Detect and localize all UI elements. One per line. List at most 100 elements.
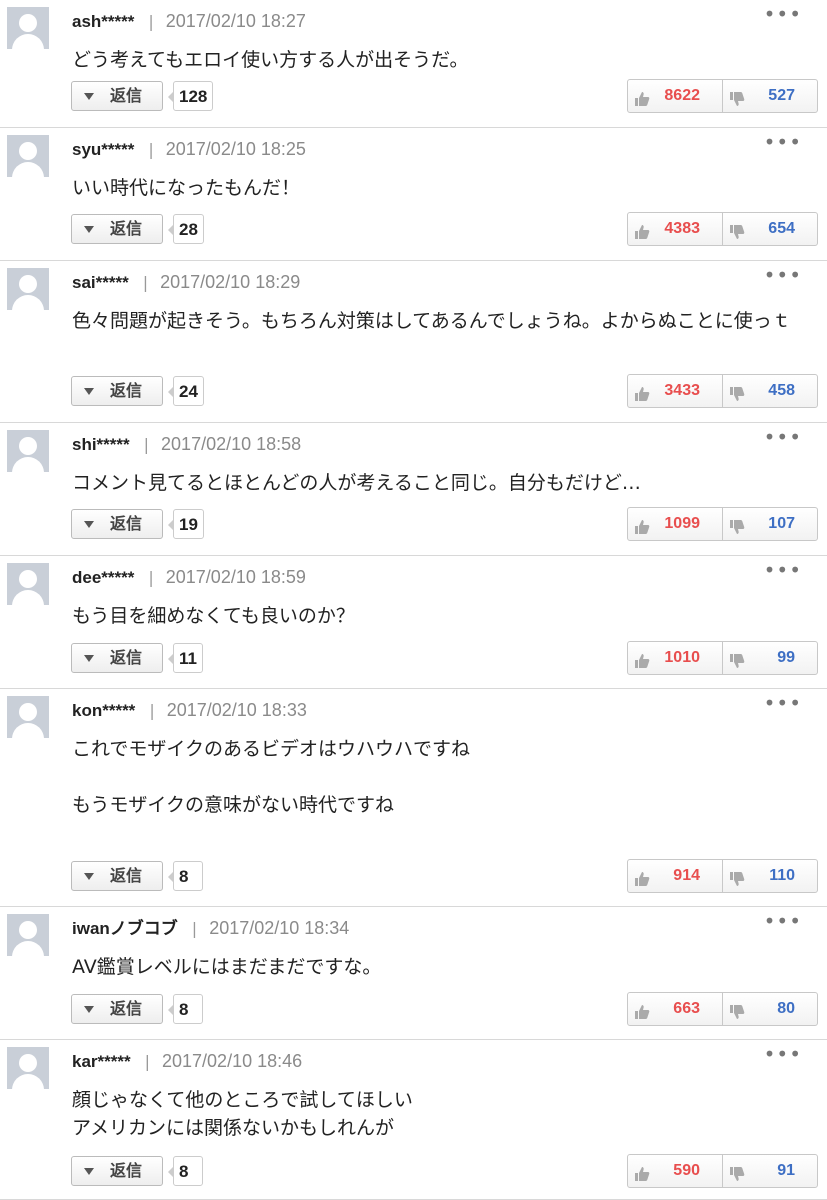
- avatar[interactable]: [7, 563, 49, 605]
- vote-buttons: 1099 107: [627, 507, 818, 541]
- separator: |: [149, 701, 155, 720]
- username[interactable]: iwanノブコブ: [72, 919, 178, 938]
- dislike-button[interactable]: 107: [723, 508, 817, 540]
- like-button[interactable]: 590: [628, 1155, 723, 1187]
- avatar[interactable]: [7, 914, 49, 956]
- separator: |: [191, 919, 198, 938]
- timestamp: 2017/02/10 18:59: [165, 567, 306, 587]
- reply-button[interactable]: 返信: [71, 376, 163, 406]
- comment-text: AV鑑賞レベルにはまだまだですな。: [72, 956, 382, 978]
- comment-item: dee***** | 2017/02/10 18:59 ••• もう目を細めなくても…: [0, 556, 827, 689]
- comment-text: 色々問題が起きそう。もちろん対策はしてあるんでしょうね。よからぬことに使っｔ: [72, 310, 791, 332]
- separator: |: [148, 568, 154, 587]
- reply-button[interactable]: 返信: [71, 994, 163, 1024]
- comment-text: どう考えてもエロイ使い方する人が出そうだ。: [72, 49, 469, 71]
- more-options-icon[interactable]: •••: [764, 691, 802, 715]
- thumbs-up-icon: [634, 515, 650, 534]
- thumbs-down-icon: [729, 220, 745, 239]
- dislike-button[interactable]: 80: [723, 993, 817, 1025]
- reply-count[interactable]: 19: [168, 509, 204, 539]
- comment-text: もう目を細めなくても良いのか？: [72, 605, 355, 627]
- avatar[interactable]: [7, 430, 49, 472]
- dislike-button[interactable]: 110: [723, 860, 817, 892]
- like-count: 8622: [664, 87, 700, 104]
- more-options-icon[interactable]: •••: [764, 263, 802, 287]
- triangle-down-icon: [84, 1168, 94, 1175]
- avatar[interactable]: [7, 1047, 49, 1089]
- dislike-count: 654: [768, 220, 795, 237]
- username[interactable]: dee*****: [72, 568, 134, 587]
- timestamp: 2017/02/10 18:25: [165, 139, 306, 159]
- username[interactable]: syu*****: [72, 140, 134, 159]
- dislike-button[interactable]: 91: [723, 1155, 817, 1187]
- dislike-button[interactable]: 527: [723, 80, 817, 112]
- like-button[interactable]: 3433: [628, 375, 723, 407]
- vote-buttons: 914 110: [627, 859, 818, 893]
- reply-label: 返信: [110, 1161, 143, 1180]
- username[interactable]: kon*****: [72, 701, 135, 720]
- more-options-icon[interactable]: •••: [764, 1042, 802, 1066]
- vote-buttons: 663 80: [627, 992, 818, 1026]
- reply-button[interactable]: 返信: [71, 81, 163, 111]
- reply-count[interactable]: 8: [168, 1156, 203, 1186]
- dislike-count: 91: [777, 1162, 795, 1179]
- reply-button[interactable]: 返信: [71, 1156, 163, 1186]
- like-count: 663: [673, 1000, 700, 1017]
- like-button[interactable]: 4383: [628, 213, 723, 245]
- like-count: 1099: [664, 515, 700, 532]
- thumbs-down-icon: [729, 382, 745, 401]
- thumbs-up-icon: [634, 1000, 650, 1019]
- thumbs-down-icon: [729, 649, 745, 668]
- reply-button[interactable]: 返信: [71, 861, 163, 891]
- avatar[interactable]: [7, 135, 49, 177]
- username[interactable]: sai*****: [72, 273, 129, 292]
- username[interactable]: shi*****: [72, 435, 130, 454]
- username[interactable]: ash*****: [72, 12, 134, 31]
- comment-item: iwanノブコブ | 2017/02/10 18:34 ••• AV鑑賞レベルにはま…: [0, 907, 827, 1040]
- avatar[interactable]: [7, 7, 49, 49]
- more-options-icon[interactable]: •••: [764, 2, 802, 26]
- like-button[interactable]: 8622: [628, 80, 723, 112]
- more-options-icon[interactable]: •••: [764, 425, 802, 449]
- more-options-icon[interactable]: •••: [764, 558, 802, 582]
- dislike-button[interactable]: 99: [723, 642, 817, 674]
- more-options-icon[interactable]: •••: [764, 909, 802, 933]
- reply-count[interactable]: 128: [167, 81, 214, 111]
- reply-label: 返信: [110, 86, 143, 105]
- reply-button[interactable]: 返信: [71, 643, 163, 673]
- like-count: 914: [673, 867, 700, 884]
- comment-text: コメント見てるとほとんどの人が考えること同じ。自分もだけど…: [72, 472, 641, 494]
- like-button[interactable]: 663: [628, 993, 723, 1025]
- thumbs-down-icon: [729, 515, 745, 534]
- like-button[interactable]: 914: [628, 860, 723, 892]
- username[interactable]: kar*****: [72, 1052, 131, 1071]
- avatar[interactable]: [7, 696, 49, 738]
- avatar[interactable]: [7, 268, 49, 310]
- separator: |: [142, 273, 149, 292]
- reply-count[interactable]: 11: [168, 643, 203, 673]
- timestamp: 2017/02/10 18:33: [166, 700, 307, 720]
- reply-button[interactable]: 返信: [71, 509, 163, 539]
- reply-button[interactable]: 返信: [71, 214, 163, 244]
- comment-meta: kar***** | 2017/02/10 18:46: [72, 1049, 302, 1073]
- comment-meta: iwanノブコブ | 2017/02/10 18:34: [72, 916, 349, 940]
- thumbs-down-icon: [729, 1162, 745, 1181]
- comment-meta: dee***** | 2017/02/10 18:59: [72, 565, 306, 589]
- vote-buttons: 3433 458: [627, 374, 818, 408]
- more-options-icon[interactable]: •••: [764, 130, 802, 154]
- like-button[interactable]: 1010: [628, 642, 723, 674]
- reply-count[interactable]: 8: [168, 861, 203, 891]
- like-button[interactable]: 1099: [628, 508, 723, 540]
- reply-count[interactable]: 24: [168, 376, 204, 406]
- thumbs-up-icon: [634, 382, 650, 401]
- dislike-button[interactable]: 654: [723, 213, 817, 245]
- comment-item: ash***** | 2017/02/10 18:27 ••• どう考えてもエロイ使…: [0, 0, 827, 128]
- reply-count[interactable]: 8: [168, 994, 203, 1024]
- dislike-button[interactable]: 458: [723, 375, 817, 407]
- reply-count[interactable]: 28: [168, 214, 204, 244]
- triangle-down-icon: [84, 1006, 94, 1013]
- comment-meta: sai***** | 2017/02/10 18:29: [72, 270, 300, 294]
- triangle-down-icon: [84, 873, 94, 880]
- comment-meta: ash***** | 2017/02/10 18:27: [72, 9, 306, 33]
- separator: |: [148, 140, 154, 159]
